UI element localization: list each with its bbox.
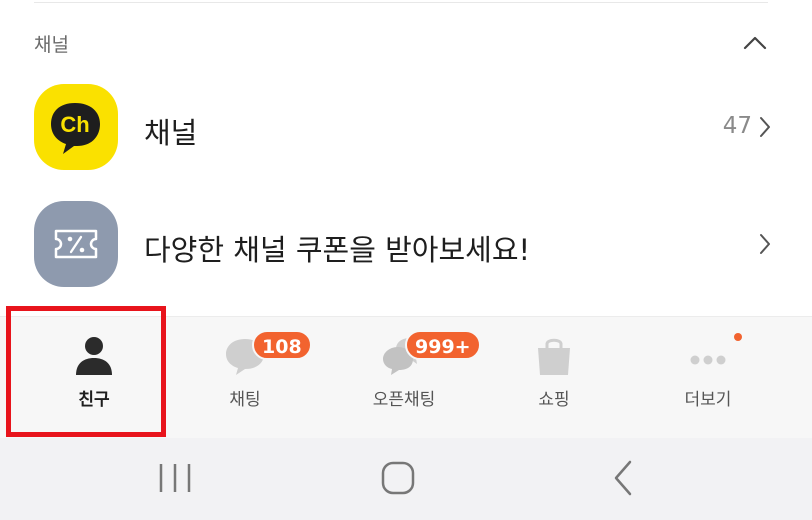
tab-label: 친구 — [78, 390, 110, 410]
tab-shopping[interactable]: 쇼핑 — [479, 317, 629, 439]
coupon-row[interactable]: 다양한 채널 쿠폰을 받아보세요! — [34, 201, 774, 287]
tab-chats[interactable]: 108 채팅 — [170, 317, 320, 439]
chevron-right-icon — [760, 234, 770, 254]
channel-logo-text: Ch — [60, 112, 89, 137]
channel-row-label: 채널 — [144, 116, 198, 150]
screen: 채널 Ch 채널 47 다양한 채널 쿠폰을 받아보세요! 친구 108 채팅 … — [0, 0, 812, 520]
back-button[interactable] — [594, 458, 654, 498]
channel-row[interactable]: Ch 채널 47 — [34, 84, 774, 170]
channel-logo-icon: Ch — [34, 84, 118, 170]
bottom-tab-bar: 친구 108 채팅 999+ 오픈채팅 쇼핑 더보기 — [0, 316, 812, 438]
channel-section-header: 채널 — [34, 28, 768, 58]
chevron-right-icon — [760, 117, 770, 137]
tab-label: 오픈채팅 — [372, 390, 436, 410]
chat-unread-badge: 108 — [252, 330, 312, 360]
recent-apps-icon — [159, 464, 191, 492]
coupon-row-label: 다양한 채널 쿠폰을 받아보세요! — [144, 233, 531, 267]
person-icon — [76, 337, 112, 375]
tab-friends[interactable]: 친구 — [19, 317, 169, 439]
tab-label: 더보기 — [684, 390, 732, 410]
home-icon — [381, 461, 415, 495]
chevron-up-icon — [743, 36, 767, 50]
tab-more[interactable]: 더보기 — [633, 317, 783, 439]
shopping-bag-icon — [538, 338, 570, 375]
tab-label: 채팅 — [229, 390, 261, 410]
more-dots-icon — [690, 355, 726, 365]
home-button[interactable] — [368, 458, 428, 498]
back-icon — [614, 460, 632, 496]
new-indicator-dot — [734, 333, 742, 341]
coupon-icon — [34, 201, 118, 287]
open-chat-unread-badge: 999+ — [405, 330, 481, 360]
channel-count: 47 — [722, 113, 752, 139]
tab-open-chat[interactable]: 999+ 오픈채팅 — [329, 317, 481, 439]
collapse-button[interactable] — [742, 32, 768, 54]
tab-label: 쇼핑 — [538, 390, 570, 410]
divider — [34, 2, 768, 3]
system-nav-bar — [0, 438, 812, 520]
section-title: 채널 — [34, 34, 69, 56]
recent-apps-button[interactable] — [145, 458, 205, 498]
